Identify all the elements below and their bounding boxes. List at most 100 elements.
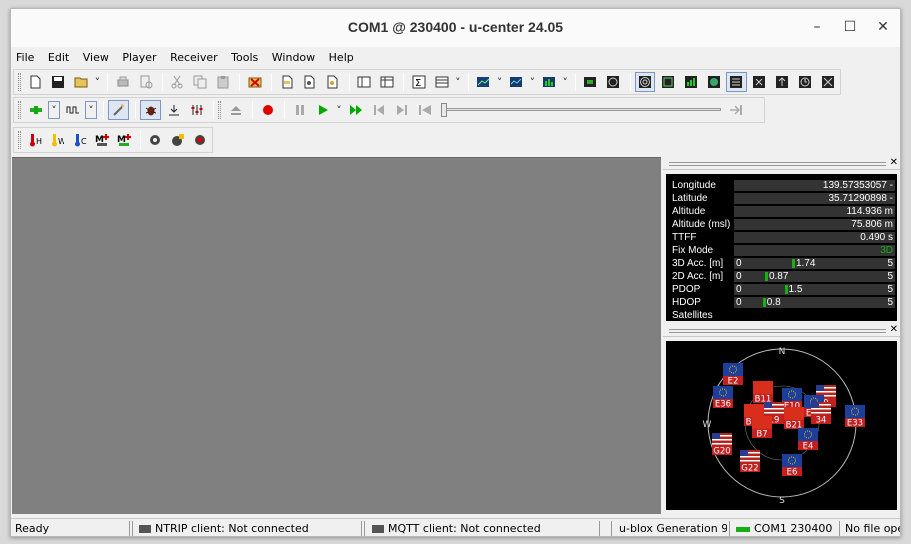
maximize-button[interactable]: ☐: [833, 9, 867, 47]
step-back-icon[interactable]: [368, 100, 389, 120]
menu-window[interactable]: Window: [267, 48, 320, 67]
data-view-icon[interactable]: [725, 72, 747, 92]
hot-start-icon[interactable]: H: [25, 130, 45, 150]
chevron-down-icon[interactable]: ˅: [561, 72, 569, 92]
data-row: Altitude (msl) 75.806 m: [670, 218, 895, 231]
toolbar-grip[interactable]: [18, 101, 21, 119]
paste-icon[interactable]: [213, 72, 234, 92]
deviation-map-icon[interactable]: [657, 72, 678, 92]
camera-view-icon[interactable]: [580, 72, 601, 92]
copy-icon[interactable]: [190, 72, 211, 92]
step-forward-icon[interactable]: [391, 100, 412, 120]
flag-stripe: [764, 408, 784, 410]
antenna-down-icon[interactable]: [163, 100, 184, 120]
export-icon[interactable]: [276, 72, 297, 92]
radar-view-icon[interactable]: [817, 72, 838, 92]
toolbar-separator: [575, 73, 577, 91]
fast-forward-icon[interactable]: [345, 100, 366, 120]
satellite-marker: E6: [782, 454, 802, 478]
playback-slider[interactable]: [441, 100, 725, 120]
config-load-icon[interactable]: [167, 130, 187, 150]
histogram-view-icon[interactable]: [538, 72, 559, 92]
flag-stripe: [811, 408, 831, 410]
add-message-icon[interactable]: M: [92, 130, 112, 150]
config-gear-icon[interactable]: [145, 130, 165, 150]
menu-receiver[interactable]: Receiver: [165, 48, 223, 67]
baudrate-dropdown[interactable]: ˅: [85, 101, 97, 119]
app-window: COM1 @ 230400 - u-center 24.05 – ☐ ✕ Fil…: [10, 8, 901, 537]
ntrip-status[interactable]: NTRIP client: Not connected: [135, 519, 355, 536]
statistics-icon[interactable]: Σ: [408, 72, 429, 92]
print-preview-icon[interactable]: [135, 72, 156, 92]
connection-dropdown[interactable]: ˅: [48, 101, 60, 119]
rewind-to-start-icon[interactable]: [414, 100, 435, 120]
antenna-icon[interactable]: [772, 72, 793, 92]
world-view-icon[interactable]: [703, 72, 724, 92]
sky-view-icon[interactable]: [634, 72, 656, 92]
3d-accuracy-bar: 0 1.74 5: [734, 258, 895, 269]
save-icon[interactable]: [48, 72, 69, 92]
longitude-value: 139.57353057 -: [734, 180, 895, 191]
signal-levels-icon[interactable]: [680, 72, 701, 92]
config-reset-icon[interactable]: [190, 130, 210, 150]
chevron-down-icon[interactable]: ˅: [454, 72, 462, 92]
toolbar-grip[interactable]: [18, 73, 21, 91]
clock-view-icon[interactable]: [794, 72, 815, 92]
pane-close-icon[interactable]: ✕: [890, 324, 898, 335]
config-import-icon[interactable]: [322, 72, 343, 92]
table-view-icon[interactable]: [431, 72, 452, 92]
warm-start-icon[interactable]: W: [47, 130, 67, 150]
cut-icon[interactable]: [167, 72, 188, 92]
chevron-down-icon[interactable]: ˅: [335, 100, 343, 120]
sky-plot: N S W E2E36B11E109E1234B1019B21B7E33E4G2…: [703, 347, 865, 506]
autobauding-icon[interactable]: [108, 100, 129, 120]
connection-icon[interactable]: [25, 100, 46, 120]
debug-bug-icon[interactable]: [140, 100, 161, 120]
satellite-flag-icon: [782, 454, 802, 467]
chart-view-icon[interactable]: [506, 72, 527, 92]
toolbar-separator: [252, 101, 253, 119]
pane-header[interactable]: ✕: [663, 324, 900, 337]
menu-tools[interactable]: Tools: [226, 48, 263, 67]
chevron-down-icon[interactable]: ˅: [528, 72, 536, 92]
menu-player[interactable]: Player: [117, 48, 161, 67]
data-row: Satellites: [670, 309, 895, 321]
satellite-id: B7: [756, 430, 767, 440]
menu-file[interactable]: File: [11, 48, 39, 67]
new-file-icon[interactable]: [25, 72, 46, 92]
compass-view-icon[interactable]: [603, 72, 624, 92]
pane-close-icon[interactable]: ✕: [890, 157, 898, 168]
menu-view[interactable]: View: [78, 48, 114, 67]
toolbar-grip[interactable]: [218, 101, 221, 119]
close-button[interactable]: ✕: [866, 9, 900, 47]
satellite-icon[interactable]: [749, 72, 770, 92]
port-status[interactable]: COM1 230400: [732, 519, 837, 536]
minimize-button[interactable]: –: [800, 9, 834, 47]
playback-slider-thumb[interactable]: [441, 103, 447, 117]
binary-view-icon[interactable]: [376, 72, 397, 92]
open-folder-icon[interactable]: [71, 72, 92, 92]
add-message-green-icon[interactable]: M: [114, 130, 134, 150]
clear-icon[interactable]: [244, 72, 265, 92]
pause-icon[interactable]: [289, 100, 310, 120]
pane-header[interactable]: ✕: [663, 157, 900, 170]
cold-start-icon[interactable]: C: [69, 130, 89, 150]
eject-icon[interactable]: [225, 100, 246, 120]
menu-help[interactable]: Help: [324, 48, 359, 67]
chevron-down-icon[interactable]: ˅: [93, 72, 101, 92]
mqtt-status[interactable]: MQTT client: Not connected: [368, 519, 598, 536]
packet-view-icon[interactable]: [354, 72, 375, 92]
config-export-icon[interactable]: [299, 72, 320, 92]
toolbar-grip[interactable]: [18, 131, 21, 149]
play-icon[interactable]: [312, 100, 333, 120]
window-title: COM1 @ 230400 - u-center 24.05: [347, 19, 564, 35]
record-icon[interactable]: [257, 100, 278, 120]
map-view-icon[interactable]: [473, 72, 494, 92]
mixer-icon[interactable]: [186, 100, 207, 120]
menu-edit[interactable]: Edit: [43, 48, 74, 67]
satellite-id: E2: [728, 377, 739, 387]
baudrate-icon[interactable]: [62, 100, 83, 120]
skip-to-end-icon[interactable]: [725, 100, 746, 120]
chevron-down-icon[interactable]: ˅: [496, 72, 504, 92]
print-icon[interactable]: [112, 72, 133, 92]
